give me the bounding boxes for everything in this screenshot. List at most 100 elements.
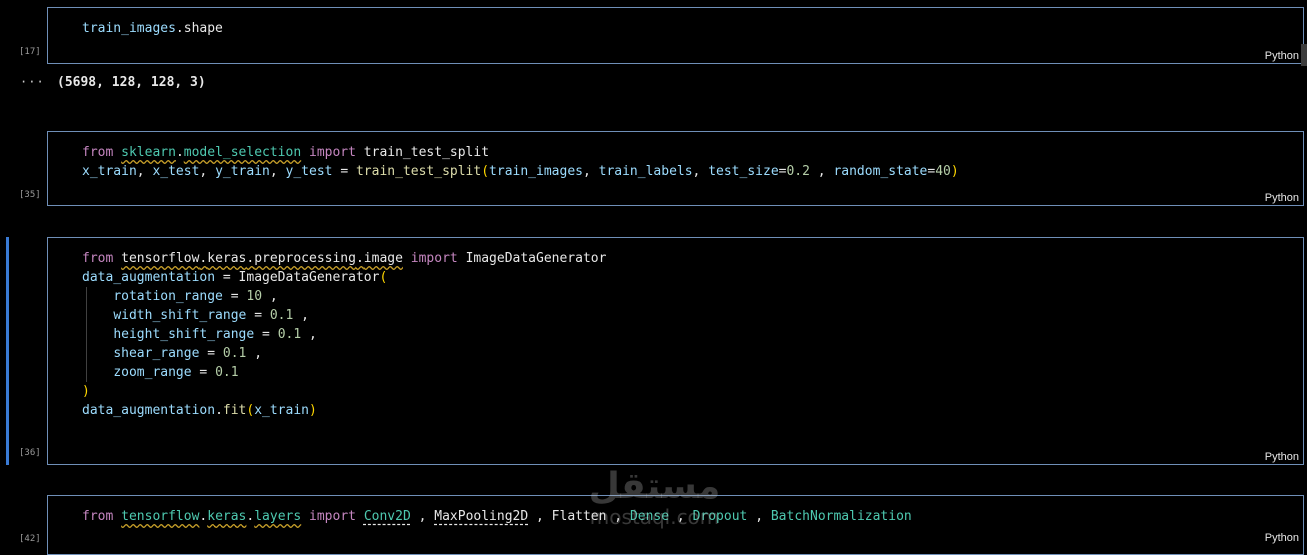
code-cell-36[interactable]: from tensorflow.keras.preprocessing.imag… — [47, 237, 1304, 465]
code-token: width_shift_range — [113, 308, 247, 323]
code-token: y_train — [215, 164, 270, 179]
cell-editor[interactable]: from sklearn.model_selection import trai… — [82, 143, 959, 181]
language-label[interactable]: Python — [1265, 532, 1299, 544]
code-line[interactable]: from tensorflow.keras.preprocessing.imag… — [82, 249, 606, 268]
code-token: , — [262, 289, 278, 304]
code-cell-17[interactable]: train_images.shape Python — [47, 7, 1304, 64]
code-token: random_state — [833, 164, 928, 179]
code-token: , — [269, 164, 286, 179]
active-cell-indicator — [6, 237, 9, 465]
cell-editor[interactable]: train_images.shape — [82, 19, 223, 38]
code-token: , — [136, 164, 153, 179]
code-token: image — [363, 251, 403, 266]
code-line[interactable]: x_train, x_test, y_train, y_test = train… — [82, 162, 959, 181]
code-token: x_train — [254, 403, 309, 418]
code-token: height_shift_range — [113, 327, 255, 342]
code-token: Dropout — [692, 509, 748, 524]
cell-editor[interactable]: from tensorflow.keras.layers import Conv… — [82, 507, 912, 526]
code-token: preprocessing — [254, 251, 356, 266]
code-token: = — [215, 270, 239, 285]
code-line[interactable]: from tensorflow.keras.layers import Conv… — [82, 507, 912, 526]
scrollbar-thumb[interactable] — [1301, 44, 1307, 66]
code-token: ImageDataGenerator — [238, 270, 380, 285]
language-label[interactable]: Python — [1265, 192, 1299, 204]
code-line[interactable]: height_shift_range = 0.1 , — [82, 325, 606, 344]
language-label[interactable]: Python — [1265, 50, 1299, 62]
code-line[interactable]: train_images.shape — [82, 19, 223, 38]
code-token: data_augmentation — [82, 403, 216, 418]
execution-count: [17] — [19, 47, 41, 57]
code-token: 0.1 — [222, 346, 247, 361]
code-token: shear_range — [113, 346, 200, 361]
code-line[interactable]: zoom_range = 0.1 — [82, 363, 606, 382]
code-line[interactable]: data_augmentation.fit(x_train) — [82, 401, 606, 420]
code-token: sklearn — [121, 145, 176, 160]
code-line[interactable]: width_shift_range = 0.1 , — [82, 306, 606, 325]
code-token: = — [254, 327, 278, 342]
code-token: layers — [254, 509, 302, 524]
code-token: from — [82, 509, 122, 524]
code-token: ) — [82, 384, 90, 399]
code-token: import — [402, 251, 466, 266]
code-token: rotation_range — [113, 289, 223, 304]
code-token: , — [809, 164, 834, 179]
code-token: , — [410, 509, 435, 524]
code-token: . — [175, 145, 184, 160]
code-line[interactable]: rotation_range = 10 , — [82, 287, 606, 306]
code-token: train_images — [489, 164, 583, 179]
code-token: 10 — [246, 289, 263, 304]
code-token: = — [246, 308, 270, 323]
code-token: from — [82, 251, 122, 266]
code-token: , — [582, 164, 599, 179]
code-token: y_test — [285, 164, 333, 179]
code-cell-35[interactable]: from sklearn.model_selection import trai… — [47, 131, 1304, 206]
code-token: keras — [207, 251, 247, 266]
code-token: , — [669, 509, 693, 524]
code-line[interactable]: ) — [82, 382, 606, 401]
code-token: ( — [379, 270, 388, 285]
execution-count: [36] — [19, 448, 41, 458]
code-token: , — [692, 164, 709, 179]
output-menu-icon[interactable]: ··· — [20, 75, 45, 89]
cell-editor[interactable]: from tensorflow.keras.preprocessing.imag… — [82, 249, 606, 420]
code-token: 40 — [935, 164, 951, 179]
code-token: , — [528, 509, 552, 524]
code-line[interactable]: shear_range = 0.1 , — [82, 344, 606, 363]
code-token: = — [222, 289, 247, 304]
code-cell-42[interactable]: from tensorflow.keras.layers import Conv… — [47, 495, 1304, 555]
code-token: = — [332, 164, 356, 179]
code-token: , — [293, 308, 309, 323]
code-token: 0.2 — [786, 164, 810, 179]
code-token: import — [301, 145, 364, 160]
code-line[interactable]: data_augmentation = ImageDataGenerator( — [82, 268, 606, 287]
code-token: keras — [207, 509, 247, 524]
code-token: from — [82, 145, 122, 160]
code-token: zoom_range — [113, 365, 192, 380]
execution-count: [35] — [19, 190, 41, 200]
language-label[interactable]: Python — [1265, 451, 1299, 463]
code-token: .shape — [175, 21, 223, 36]
code-token: 0.1 — [215, 365, 239, 380]
code-token: ( — [481, 164, 490, 179]
code-token: Conv2D — [363, 509, 411, 524]
code-token: train_test_split — [363, 145, 490, 160]
code-token: MaxPooling2D — [434, 509, 529, 524]
code-token: . — [215, 403, 223, 418]
code-line[interactable]: from sklearn.model_selection import trai… — [82, 143, 959, 162]
execution-count: [42] — [19, 534, 41, 544]
code-token: tensorflow — [121, 509, 200, 524]
code-token: fit — [222, 403, 247, 418]
cell-output: (5698, 128, 128, 3) — [57, 75, 206, 90]
code-token: = — [199, 346, 223, 361]
code-token: ImageDataGenerator — [465, 251, 607, 266]
code-token: Flatten — [551, 509, 607, 524]
code-token: ) — [309, 403, 317, 418]
code-token: , — [246, 346, 263, 361]
code-token: import — [301, 509, 364, 524]
code-token: , — [301, 327, 317, 342]
code-token: = — [191, 365, 216, 380]
